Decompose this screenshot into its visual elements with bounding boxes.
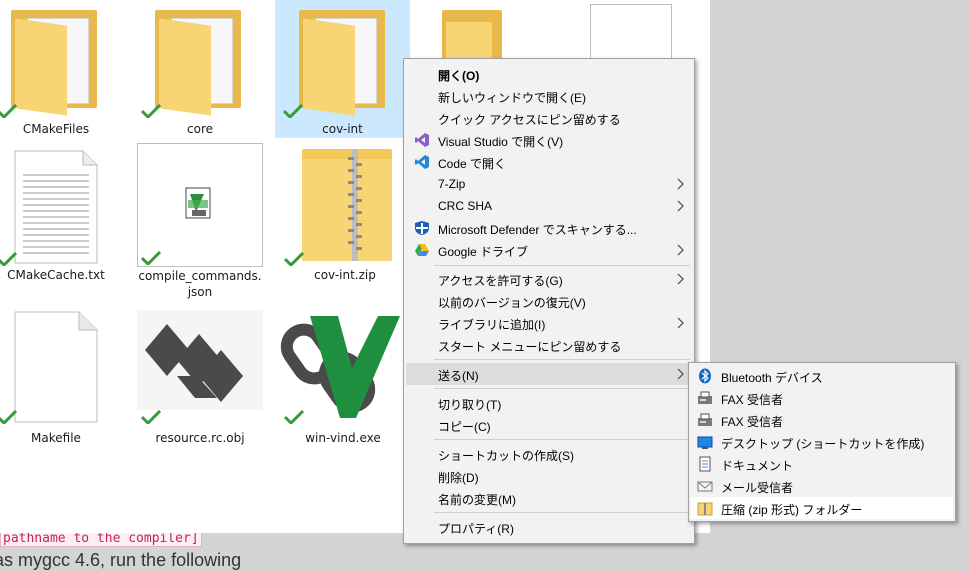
file-name: resource.rc.obj	[155, 431, 245, 445]
file-tile-cmakecache[interactable]: CMakeCache.txt	[0, 145, 119, 295]
menu-item-create-shortcut[interactable]: ショートカットの作成(S)	[406, 443, 692, 465]
json-file-icon	[137, 143, 263, 267]
file-tile-folder-partial[interactable]	[420, 0, 546, 60]
file-tile-compile-commands[interactable]: compile_commands.json	[137, 143, 263, 303]
sync-check-icon	[0, 252, 17, 266]
text-file-icon	[14, 150, 98, 264]
menu-item-include-library[interactable]: ライブラリに追加(I)	[406, 312, 692, 334]
folder-icon	[0, 0, 119, 120]
menu-item-restore-versions[interactable]: 以前のバージョンの復元(V)	[406, 290, 692, 312]
file-tile-makefile[interactable]: Makefile	[0, 310, 119, 450]
folder-icon	[137, 0, 263, 120]
chevron-right-icon	[677, 244, 684, 256]
menu-item-properties[interactable]: プロパティ(R)	[406, 516, 692, 538]
menu-item-send-to[interactable]: 送る(N)	[406, 363, 692, 385]
send-to-fax-2[interactable]: FAX 受信者	[691, 409, 953, 431]
send-to-zip-folder[interactable]: 圧縮 (zip 形式) フォルダー	[691, 497, 953, 519]
documents-icon	[699, 456, 711, 472]
sync-check-icon	[284, 252, 304, 266]
sync-check-icon	[141, 410, 161, 424]
file-name: cov-int	[322, 122, 363, 136]
menu-item-delete[interactable]: 削除(D)	[406, 465, 692, 487]
desktop-icon	[697, 436, 713, 449]
sync-check-icon	[0, 410, 17, 424]
sync-check-icon	[283, 104, 303, 118]
file-name: compile_commands.json	[138, 269, 262, 299]
file-name: cov-int.zip	[314, 268, 376, 282]
send-to-documents[interactable]: ドキュメント	[691, 453, 953, 475]
menu-separator	[434, 265, 690, 266]
menu-item-open-code[interactable]: Code で開く	[406, 151, 692, 173]
chevron-right-icon	[677, 368, 684, 380]
menu-item-defender-scan[interactable]: Microsoft Defender でスキャンする...	[406, 217, 692, 239]
send-to-submenu: Bluetooth デバイス FAX 受信者 FAX 受信者 デスクトップ (シ…	[688, 362, 956, 522]
send-to-mail[interactable]: メール受信者	[691, 475, 953, 497]
file-tile-win-vind-exe[interactable]: win-vind.exe	[280, 310, 406, 450]
chevron-right-icon	[677, 317, 684, 329]
menu-item-copy[interactable]: コピー(C)	[406, 414, 692, 436]
mail-icon	[697, 481, 713, 492]
chevron-right-icon	[677, 200, 684, 212]
menu-item-pin-quick-access[interactable]: クイック アクセスにピン留めする	[406, 107, 692, 129]
bluetooth-icon	[699, 368, 711, 384]
file-icon	[14, 311, 98, 423]
menu-separator	[434, 388, 690, 389]
chevron-right-icon	[677, 273, 684, 285]
menu-item-rename[interactable]: 名前の変更(M)	[406, 487, 692, 509]
file-name: win-vind.exe	[305, 431, 381, 445]
menu-separator	[434, 512, 690, 513]
file-tile-cov-int-zip[interactable]: cov-int.zip	[284, 145, 418, 295]
fax-icon	[698, 413, 712, 426]
menu-separator	[434, 439, 690, 440]
visual-studio-icon	[415, 133, 429, 147]
menu-separator	[434, 359, 690, 360]
menu-item-crc-sha[interactable]: CRC SHA	[406, 195, 692, 217]
menu-item-give-access[interactable]: アクセスを許可する(G)	[406, 268, 692, 290]
file-icon	[590, 4, 672, 61]
sync-check-icon	[284, 410, 304, 424]
sync-check-icon	[0, 104, 17, 118]
zip-folder-icon	[292, 145, 418, 265]
send-to-fax-1[interactable]: FAX 受信者	[691, 387, 953, 409]
menu-item-pin-start[interactable]: スタート メニューにピン留めする	[406, 334, 692, 356]
file-tile-cov-int[interactable]: cov-int	[275, 0, 410, 138]
file-name: CMakeCache.txt	[7, 268, 105, 282]
send-to-bluetooth[interactable]: Bluetooth デバイス	[691, 365, 953, 387]
defender-icon	[415, 221, 429, 235]
chevron-right-icon	[677, 178, 684, 190]
google-drive-icon	[415, 244, 429, 256]
page-text: as mygcc 4.6, run the following	[0, 550, 242, 570]
menu-item-open-new-window[interactable]: 新しいウィンドウで開く(E)	[406, 85, 692, 107]
file-name: CMakeFiles	[22, 122, 90, 136]
sync-check-icon	[141, 251, 161, 265]
menu-item-cut[interactable]: 切り取り(T)	[406, 392, 692, 414]
file-tile-cmakefiles[interactable]: CMakeFiles	[0, 0, 119, 138]
fax-icon	[698, 391, 712, 404]
file-name: core	[187, 122, 213, 136]
file-tile-core[interactable]: core	[137, 0, 263, 138]
context-menu: 開く(O) 新しいウィンドウで開く(E) クイック アクセスにピン留めする Vi…	[403, 58, 695, 544]
menu-item-open-visual-studio[interactable]: Visual Studio で開く(V)	[406, 129, 692, 151]
vscode-icon	[415, 155, 429, 169]
zip-folder-icon	[697, 502, 713, 516]
sync-check-icon	[141, 104, 161, 118]
menu-item-google-drive[interactable]: Google ドライブ	[406, 239, 692, 261]
folder-icon	[275, 0, 401, 120]
send-to-desktop[interactable]: デスクトップ (ショートカットを作成)	[691, 431, 953, 453]
file-tile-resource-rc-obj[interactable]: resource.rc.obj	[137, 310, 263, 450]
menu-item-open[interactable]: 開く(O)	[406, 63, 692, 85]
menu-item-7zip[interactable]: 7-Zip	[406, 173, 692, 195]
file-name: Makefile	[31, 431, 81, 445]
